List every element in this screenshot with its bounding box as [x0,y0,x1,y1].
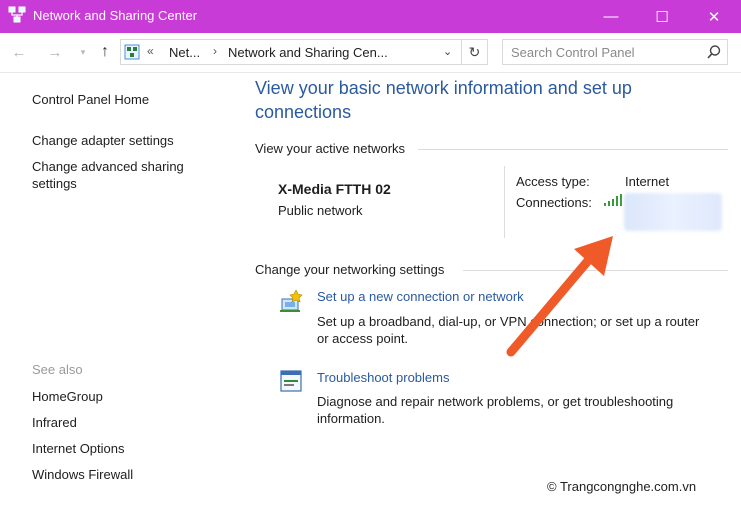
page-title: View your basic network information and … [255,78,632,122]
change-settings-heading: Change your networking settings [255,262,445,277]
watermark: © Trangcongnghe.com.vn [547,479,697,494]
maximize-button[interactable]: ☐ [637,0,687,33]
setup-connection-description: Set up a broadband, dial-up, or VPN conn… [317,314,700,346]
setup-connection-link[interactable]: Set up a new connection or network [317,289,524,304]
location-icon [124,44,140,60]
section-divider [418,149,728,150]
troubleshoot-link[interactable]: Troubleshoot problems [317,370,449,385]
access-type-value: Internet [625,174,670,189]
infrared-link[interactable]: Infrared [32,414,77,431]
troubleshoot-description: Diagnose and repair network problems, or… [317,394,674,426]
title-bar: Network and Sharing Center — ☐ ✕ [0,0,741,33]
change-advanced-sharing-link[interactable]: Change advanced sharing settings [32,158,212,192]
search-input[interactable]: Search Control Panel [511,45,635,60]
signal-bars-icon [604,194,622,206]
up-arrow-icon[interactable]: ↑ [96,43,114,61]
section-divider [463,270,728,271]
windows-firewall-link[interactable]: Windows Firewall [32,466,133,483]
network-type-link[interactable]: Public network [278,203,363,218]
search-icon[interactable] [706,44,722,60]
address-bar[interactable]: « Net... › Network and Sharing Cen... ⌄ [120,39,462,65]
forward-arrow-icon[interactable]: → [46,43,64,61]
vertical-divider [504,166,505,238]
window-title: Network and Sharing Center [33,8,198,23]
troubleshoot-icon[interactable] [278,368,306,396]
breadcrumb-overflow[interactable]: « [147,44,154,58]
access-type-label: Access type: [516,174,590,189]
navigation-bar: ← → ▾ ↑ « Net... › Network and Sharing C… [0,33,741,73]
search-box[interactable]: Search Control Panel [502,39,728,65]
active-networks-heading: View your active networks [255,141,406,156]
connection-name-link-blurred[interactable] [624,193,722,231]
minimize-button[interactable]: — [586,0,636,33]
refresh-icon[interactable]: ↻ [462,39,488,65]
homegroup-link[interactable]: HomeGroup [32,388,103,405]
breadcrumb-separator: › [213,44,217,58]
connections-label: Connections: [516,195,592,210]
close-button[interactable]: ✕ [689,0,739,33]
back-arrow-icon[interactable]: ← [10,43,28,61]
breadcrumb-item[interactable]: Network and Sharing Cen... [228,45,388,60]
network-name: X-Media FTTH 02 [278,181,391,197]
new-connection-icon[interactable] [278,287,306,315]
chevron-down-icon[interactable]: ⌄ [443,45,452,58]
network-app-icon [8,6,26,23]
control-panel-home-link[interactable]: Control Panel Home [32,91,149,108]
internet-options-link[interactable]: Internet Options [32,440,125,457]
change-adapter-settings-link[interactable]: Change adapter settings [32,132,174,149]
breadcrumb-item[interactable]: Net... [169,45,200,60]
see-also-label: See also [32,362,83,377]
recent-locations-chevron-icon[interactable]: ▾ [74,43,92,61]
